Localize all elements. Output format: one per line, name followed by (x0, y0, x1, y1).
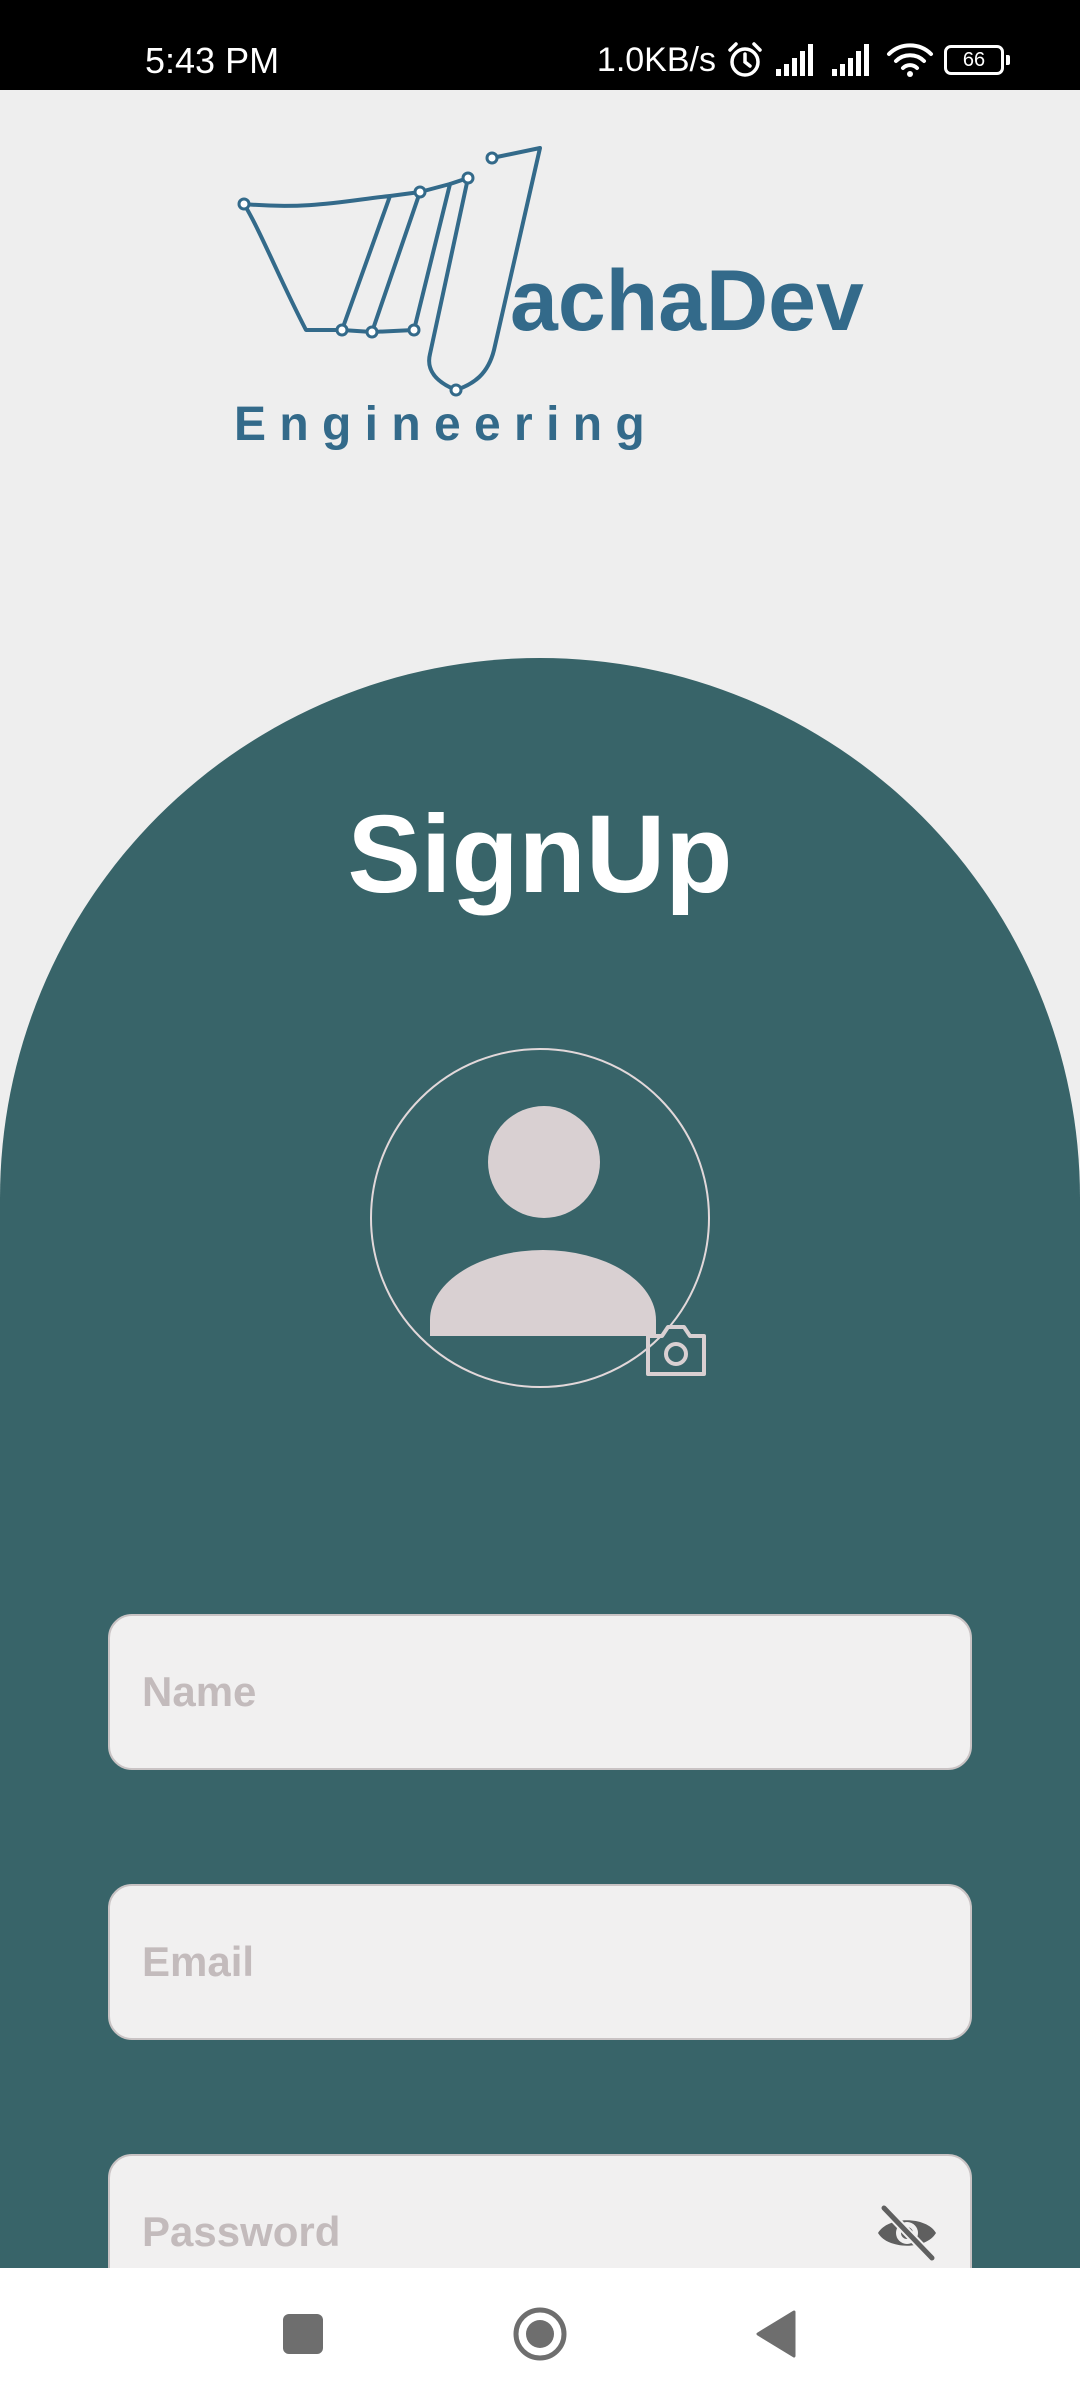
name-field[interactable] (108, 1614, 972, 1770)
eye-off-icon[interactable] (874, 2200, 940, 2266)
recent-apps-button[interactable] (243, 2268, 363, 2400)
back-button[interactable] (716, 2268, 836, 2400)
back-icon (756, 2310, 796, 2358)
name-input[interactable] (142, 1616, 902, 1768)
status-bar: 5:43 PM 1.0KB/s 66 (0, 0, 1080, 90)
page-title: SignUp (347, 793, 733, 916)
person-icon-head (488, 1106, 600, 1218)
status-indicators: 1.0KB/s 66 (596, 36, 1010, 84)
email-field[interactable] (108, 1884, 972, 2040)
logo-brand-text: achaDev (510, 253, 864, 349)
recent-apps-icon (283, 2314, 323, 2354)
wifi-icon (887, 43, 933, 77)
logo-subtitle-text: E n g i n e e r i n g (234, 398, 645, 451)
signal-icon (776, 44, 813, 76)
camera-icon[interactable] (642, 1320, 710, 1380)
battery-icon: 66 (944, 45, 1010, 75)
person-icon-body (430, 1250, 656, 1336)
home-icon (513, 2307, 567, 2361)
alarm-icon (728, 42, 762, 77)
signal-icon (832, 44, 869, 76)
status-time: 5:43 PM (145, 40, 280, 81)
navigation-bar (0, 2268, 1080, 2400)
email-input[interactable] (142, 1886, 902, 2038)
machadev-logo: achaDev E n g i n e e r i n g (234, 146, 864, 451)
home-button[interactable] (480, 2268, 600, 2400)
network-speed: 1.0KB/s (596, 41, 716, 79)
